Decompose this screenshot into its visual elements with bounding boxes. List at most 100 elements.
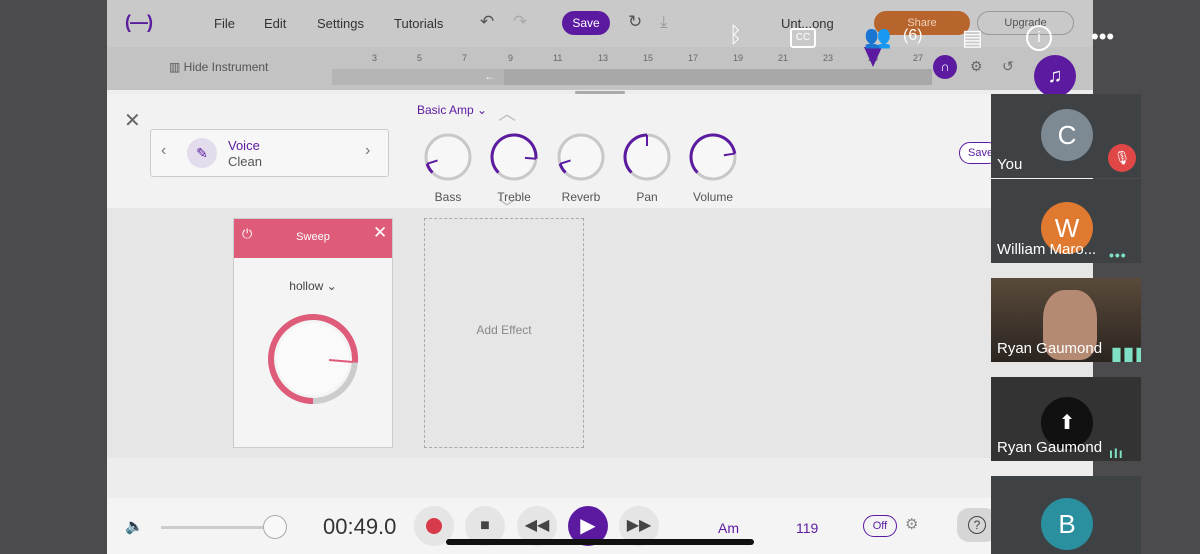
arrow-left-icon: ← [484, 69, 496, 83]
add-effect-slot[interactable]: Add Effect [424, 218, 584, 448]
fast-forward-icon: ▶▶ [626, 517, 652, 534]
menu-tutorials[interactable]: Tutorials [394, 16, 443, 31]
participant-tile[interactable]: ⬆ Ryan Gaumond ıIı [991, 377, 1141, 461]
loop-icon[interactable]: ↺ [1002, 58, 1014, 75]
menu-settings[interactable]: Settings [317, 16, 364, 31]
piano-icon: ▥ [169, 60, 184, 74]
participant-name: Ryan Gaumond [997, 439, 1103, 456]
participant-name: You [997, 156, 1023, 173]
ruler-tick: 21 [778, 53, 789, 63]
stop-icon: ■ [480, 517, 490, 534]
knob-label: Pan [636, 190, 658, 204]
ruler-tick: 19 [733, 53, 744, 63]
song-key[interactable]: Am [718, 520, 739, 536]
right-panel [1093, 0, 1200, 554]
hide-instrument-label: Hide Instrument [183, 60, 269, 74]
close-icon[interactable]: ✕ [124, 108, 141, 133]
ruler-tick: 11 [553, 53, 563, 63]
participant-tile[interactable]: C You 🎙 [991, 94, 1141, 178]
audio-level-icon: ▮▮▮ [1111, 344, 1141, 362]
participant-tile[interactable]: B [991, 476, 1141, 554]
participants-icon[interactable]: 👥 [864, 24, 891, 50]
rewind-icon: ◀◀ [524, 517, 550, 534]
save-button[interactable]: Save [562, 11, 610, 35]
ruler-tick: 17 [688, 53, 699, 63]
song-bpm[interactable]: 119 [796, 520, 818, 536]
instrument-panel: ✕ ‹ ✎ Voice Clean › Basic Amp ⌄ ︿ ﹀ Bass… [107, 94, 1093, 218]
ruler-tick: 3 [372, 53, 378, 63]
knob-label: Treble [497, 190, 531, 204]
download-icon[interactable]: ⤓ [660, 12, 668, 32]
knob-treble[interactable]: Treble [484, 131, 544, 204]
sweep-knob[interactable] [265, 311, 361, 407]
record-icon [426, 517, 442, 534]
knob-pan[interactable]: Pan [617, 131, 677, 204]
playhead-marker[interactable] [864, 47, 882, 67]
preset-variant: Clean [228, 154, 262, 169]
upgrade-button[interactable]: Upgrade [977, 11, 1074, 35]
ruler-tick: 9 [508, 53, 514, 63]
help-icon: ? [968, 516, 986, 534]
app-logo[interactable]: (—) [125, 12, 153, 33]
preset-selector[interactable]: ‹ ✎ Voice Clean › [150, 129, 389, 177]
music-note-icon[interactable]: ♫ [1034, 55, 1076, 97]
knob-reverb[interactable]: Reverb [551, 131, 611, 204]
avatar: B [1041, 498, 1093, 550]
knob-label: Volume [692, 190, 734, 204]
effect-mode-label: hollow [289, 279, 324, 293]
redo-icon[interactable]: ↷ [513, 12, 527, 32]
chevron-right-icon[interactable]: › [365, 142, 370, 160]
chevron-up-icon[interactable]: ︿ [498, 100, 516, 126]
ruler-tick: 27 [913, 53, 924, 63]
effect-header: ⏻ Sweep ✕ [234, 219, 392, 258]
mic-muted-icon: 🎙 [1108, 144, 1136, 172]
undo-icon[interactable]: ↶ [480, 12, 494, 32]
participant-tile[interactable]: W William Maro... ••• [991, 179, 1141, 263]
amp-label: Basic Amp [417, 103, 474, 117]
participant-name: Ryan Gaumond [997, 340, 1103, 357]
ruler-tick: 5 [417, 53, 423, 63]
menu-edit[interactable]: Edit [264, 16, 286, 31]
volume-slider-thumb[interactable] [263, 515, 287, 539]
effect-mode-dropdown[interactable]: hollow ⌄ [234, 279, 392, 293]
timeline-scrollbar[interactable]: ← [332, 69, 932, 85]
gear-icon[interactable]: ⚙ [905, 515, 918, 533]
amp-selector[interactable]: Basic Amp ⌄ [417, 103, 487, 117]
metronome-toggle[interactable]: Off [863, 515, 897, 537]
home-indicator[interactable] [446, 539, 754, 545]
play-icon: ▶ [580, 515, 596, 537]
transport-bar: 🔈 00:49.0 ■ ◀◀ ▶ ▶▶ Am 119 Off ⚙ ? [107, 498, 1093, 554]
menu-file[interactable]: File [214, 16, 235, 31]
timeline-ruler[interactable]: 3 5 7 9 11 13 15 17 19 21 23 25 27 [332, 47, 932, 69]
participant-name: William Maro... [997, 241, 1097, 258]
bluetooth-icon[interactable]: ᛒ [729, 22, 742, 48]
snap-magnet-icon[interactable]: ∩ [933, 55, 957, 79]
hide-instrument-button[interactable]: ▥ Hide Instrument [169, 60, 268, 74]
participants-count[interactable]: (6) [903, 27, 923, 45]
playback-time: 00:49.0 [323, 514, 397, 539]
audio-level-icon: ••• [1109, 247, 1127, 263]
timeline-visible-range[interactable]: ← [332, 69, 504, 85]
chat-icon[interactable]: ▤ [962, 25, 983, 51]
knob-volume[interactable]: Volume [683, 131, 743, 204]
master-volume-slider[interactable] [161, 526, 271, 529]
refresh-icon[interactable]: ↻ [628, 12, 642, 32]
preset-name: Voice [228, 138, 260, 153]
effects-area: ⏻ Sweep ✕ hollow ⌄ Add Effect [107, 208, 1093, 458]
add-effect-label: Add Effect [476, 323, 532, 337]
chevron-left-icon[interactable]: ‹ [161, 142, 166, 160]
ruler-tick: 23 [823, 53, 834, 63]
ruler-tick: 7 [462, 53, 468, 63]
participant-tile[interactable]: Ryan Gaumond ▮▮▮ [991, 278, 1141, 362]
info-icon[interactable]: i [1026, 25, 1052, 51]
volume-icon[interactable]: 🔈 [125, 517, 144, 535]
top-menu-bar: (—) File Edit Settings Tutorials ↶ ↷ Sav… [107, 0, 1093, 47]
timeline-bar: ▥ Hide Instrument 3 5 7 9 11 13 15 17 19… [107, 47, 1093, 97]
close-icon[interactable]: ✕ [373, 223, 387, 243]
more-options-icon[interactable]: ••• [1091, 24, 1114, 50]
chevron-down-icon: ⌄ [477, 103, 488, 117]
effect-card-sweep: ⏻ Sweep ✕ hollow ⌄ [233, 218, 393, 448]
knob-bass[interactable]: Bass [418, 131, 478, 204]
captions-icon[interactable]: CC [790, 28, 816, 48]
gear-icon[interactable]: ⚙ [970, 58, 983, 75]
